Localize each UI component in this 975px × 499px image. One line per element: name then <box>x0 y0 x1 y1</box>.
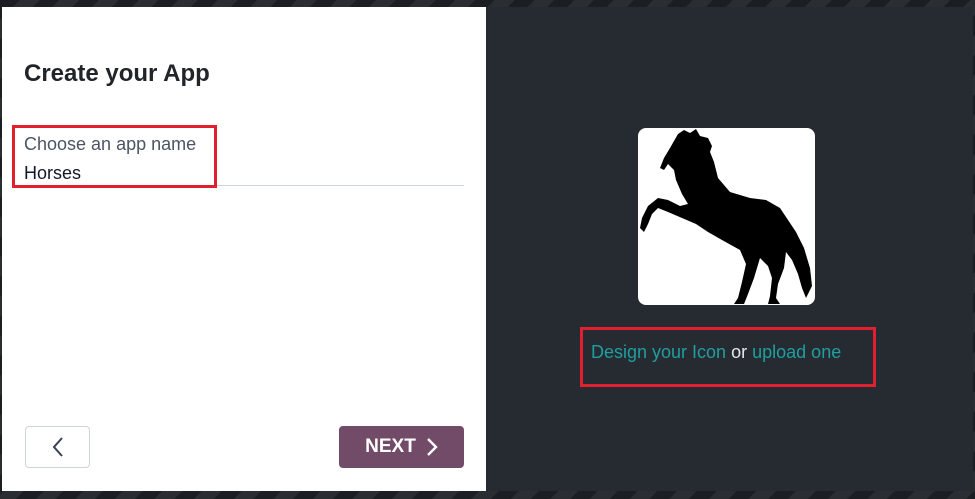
design-icon-link[interactable]: Design your Icon <box>591 342 726 362</box>
back-button[interactable] <box>25 426 90 468</box>
next-button[interactable]: NEXT <box>339 426 464 468</box>
app-name-input[interactable] <box>24 161 444 185</box>
chevron-left-icon <box>52 437 63 457</box>
app-name-panel: Create your App Choose an app name NEXT <box>2 7 486 491</box>
icon-options-separator: or <box>731 342 748 362</box>
dialog-title: Create your App <box>24 60 210 87</box>
next-button-label: NEXT <box>365 436 416 457</box>
app-icon-panel: Design your Icon or upload one <box>486 7 973 491</box>
create-app-dialog: Create your App Choose an app name NEXT … <box>2 7 973 491</box>
horse-silhouette-icon <box>640 129 812 304</box>
app-name-label: Choose an app name <box>24 134 197 154</box>
upload-icon-link[interactable]: upload one <box>752 342 841 362</box>
icon-options: Design your Icon or upload one <box>591 342 871 363</box>
chevron-right-icon <box>426 438 438 456</box>
app-name-field: Choose an app name <box>24 131 464 186</box>
app-icon-preview[interactable] <box>638 128 815 305</box>
